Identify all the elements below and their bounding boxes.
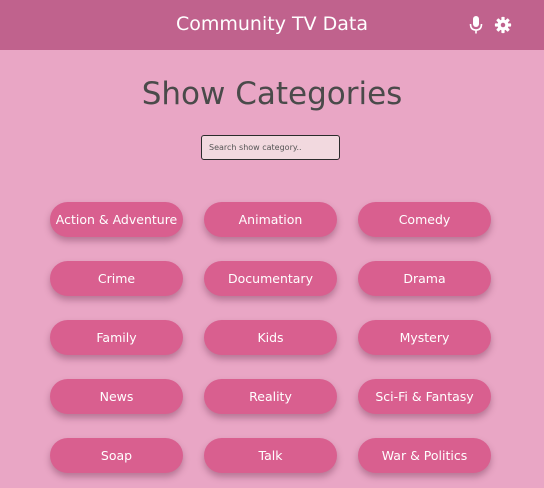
search-input[interactable] [201, 135, 340, 160]
category-button-comedy[interactable]: Comedy [358, 202, 491, 237]
category-button-mystery[interactable]: Mystery [358, 320, 491, 355]
category-button-kids[interactable]: Kids [204, 320, 337, 355]
category-button-reality[interactable]: Reality [204, 379, 337, 414]
category-button-news[interactable]: News [50, 379, 183, 414]
mic-icon[interactable] [467, 15, 485, 35]
app-header: Community TV Data [0, 0, 544, 50]
category-button-soap[interactable]: Soap [50, 438, 183, 473]
app-title: Community TV Data [175, 13, 368, 35]
category-button-war-politics[interactable]: War & Politics [358, 438, 491, 473]
category-button-crime[interactable]: Crime [50, 261, 183, 296]
category-button-family[interactable]: Family [50, 320, 183, 355]
category-button-talk[interactable]: Talk [204, 438, 337, 473]
gear-icon[interactable] [494, 15, 512, 35]
category-button-drama[interactable]: Drama [358, 261, 491, 296]
category-button-action-adventure[interactable]: Action & Adventure [50, 202, 183, 237]
category-grid: Action & Adventure Animation Comedy Crim… [50, 202, 491, 473]
category-button-animation[interactable]: Animation [204, 202, 337, 237]
category-button-documentary[interactable]: Documentary [204, 261, 337, 296]
page-title: Show Categories [141, 76, 403, 112]
category-button-sci-fi-fantasy[interactable]: Sci-Fi & Fantasy [358, 379, 491, 414]
